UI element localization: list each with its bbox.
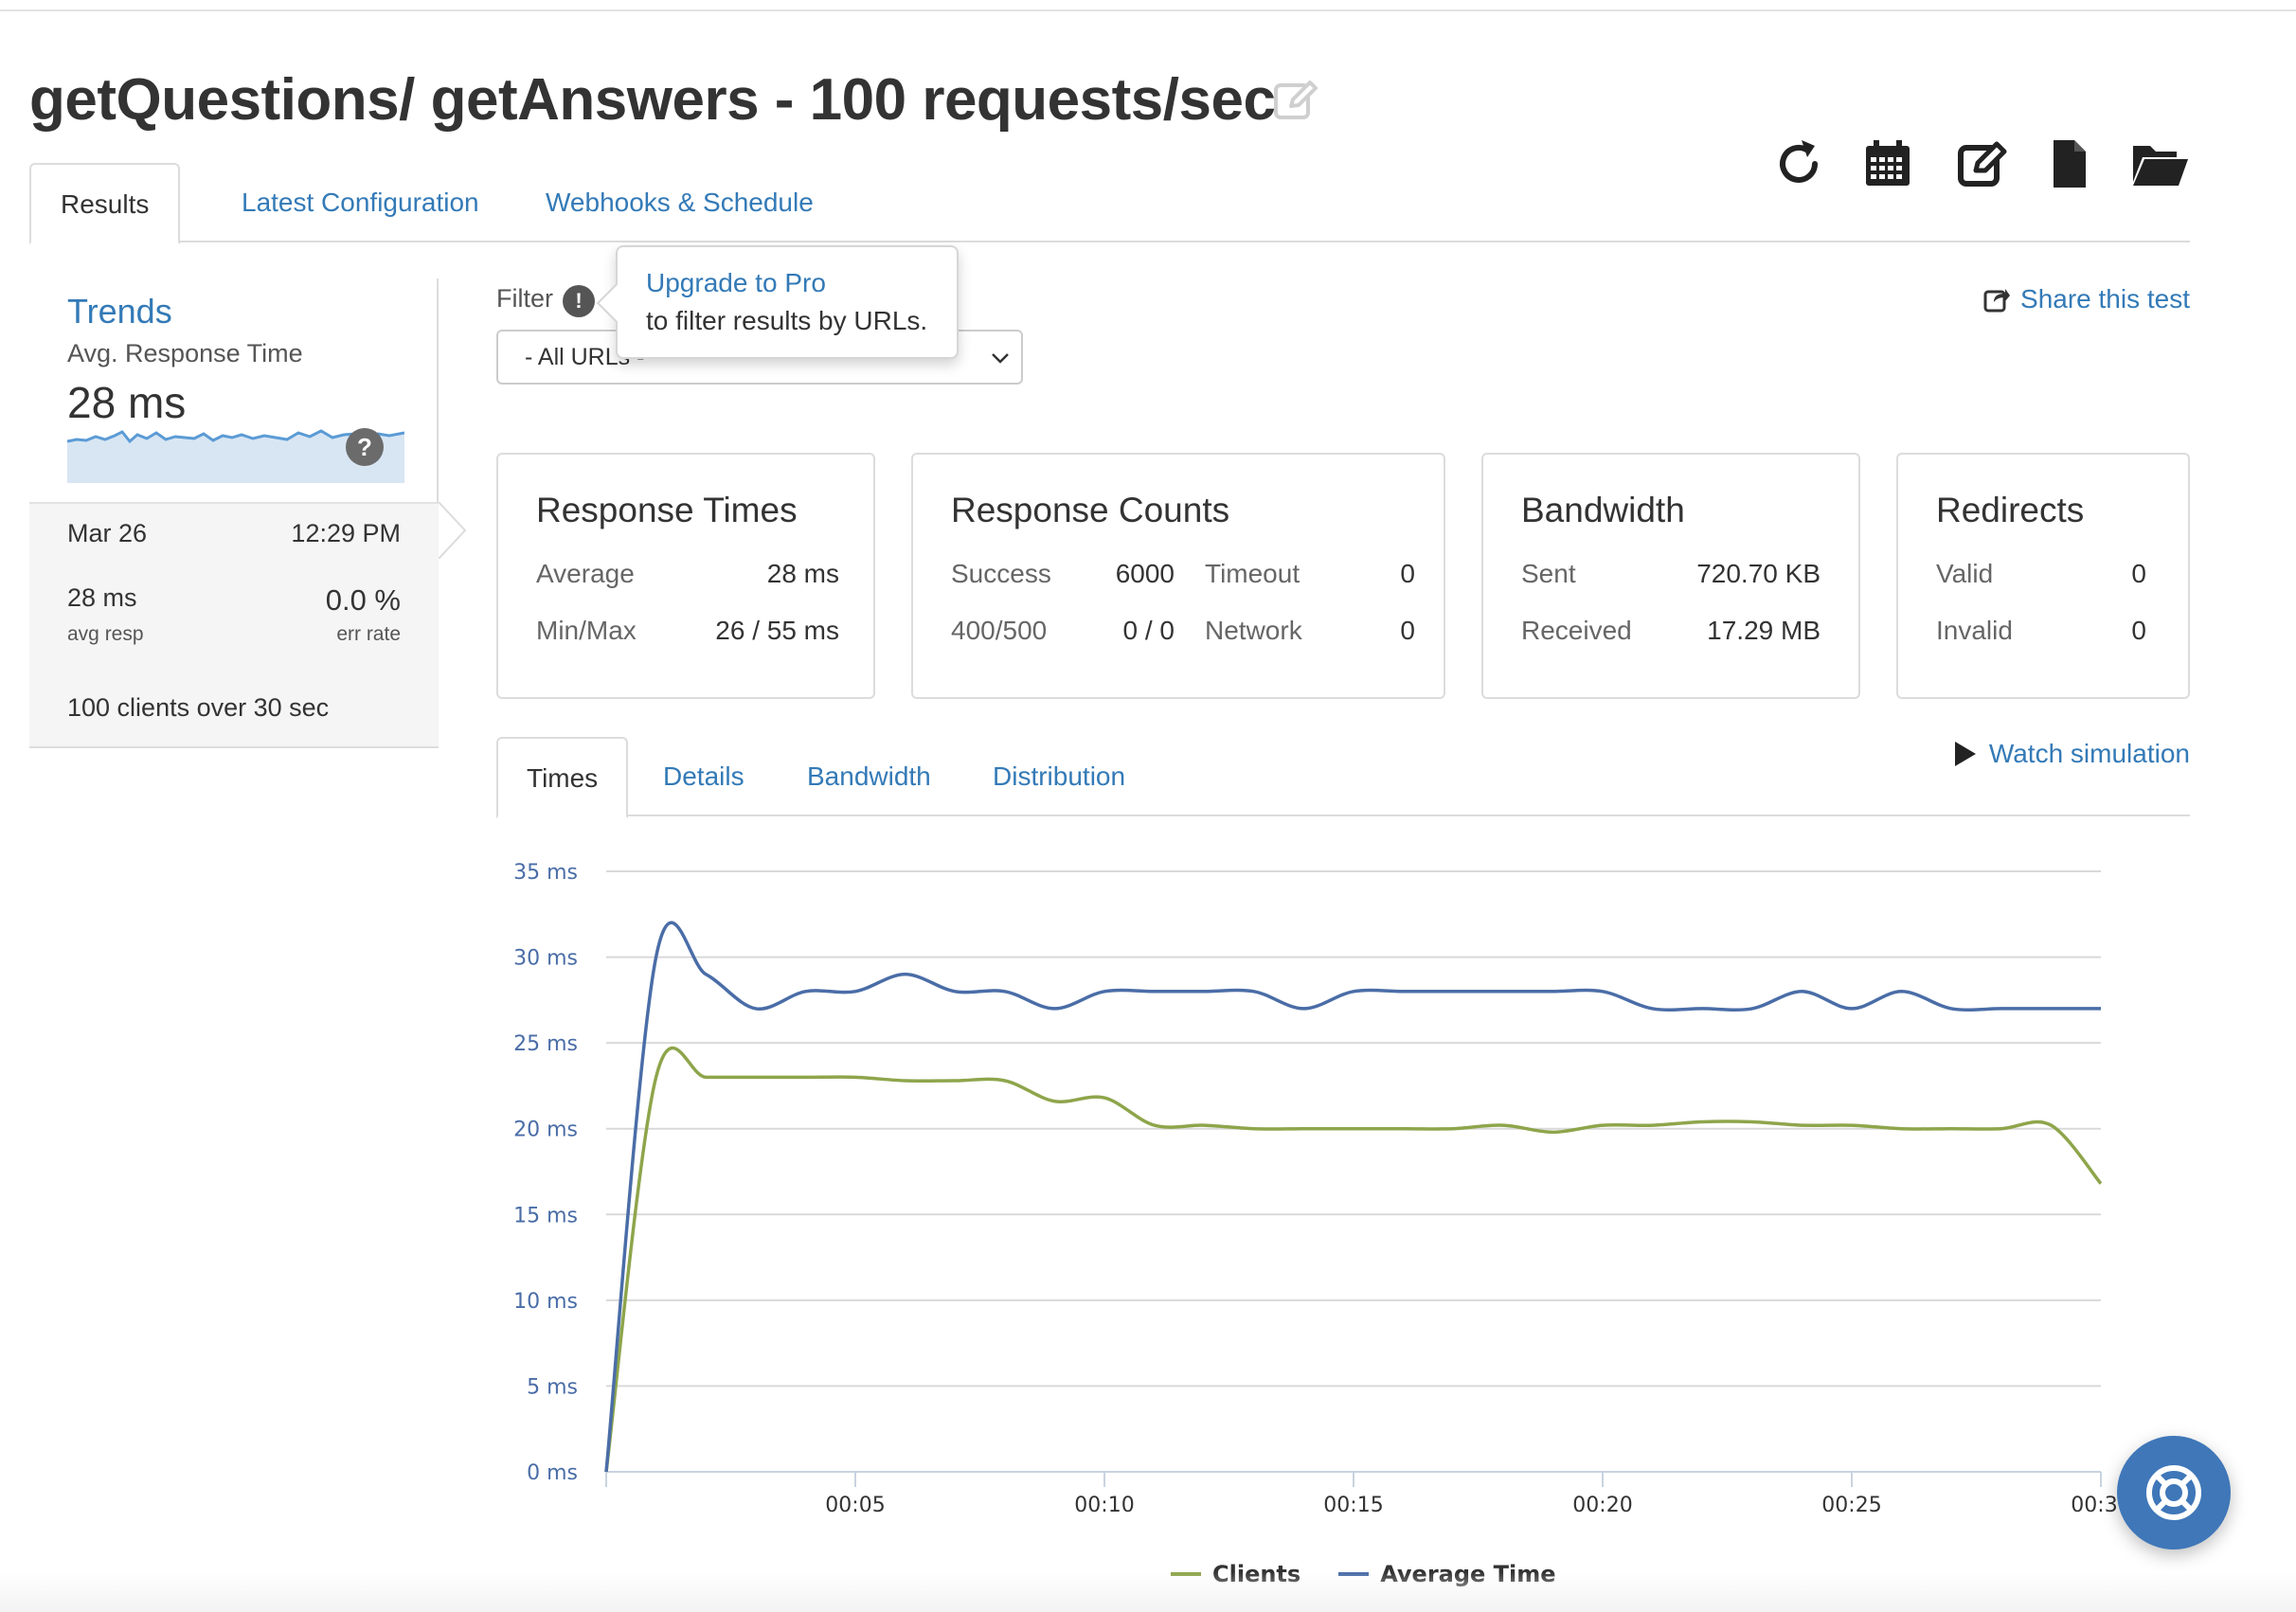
bandwidth-card: Bandwidth Sent 720.70 KB Received 17.29 … (1481, 453, 1860, 699)
bandwidth-title: Bandwidth (1521, 491, 1685, 529)
run-clients: 100 clients over 30 sec (67, 693, 330, 722)
x-tick-label: 00:25 (1821, 1494, 1881, 1517)
stat-label: Sent (1521, 559, 1576, 588)
tab-times[interactable]: Times (496, 737, 629, 818)
page-title: getQuestions/ getAnswers - 100 requests/… (29, 67, 1276, 133)
legend-swatch-clients (1171, 1572, 1201, 1576)
stat-label: Timeout (1205, 559, 1300, 588)
redirects-title: Redirects (1936, 491, 2085, 529)
times-chart: 0 ms5 ms10 ms15 ms20 ms25 ms30 ms35 ms25… (513, 861, 2126, 1517)
watch-simulation-label: Watch simulation (1988, 739, 2190, 768)
x-tick-label: 00:15 (1323, 1494, 1383, 1517)
y-left-tick-label: 10 ms (513, 1290, 578, 1314)
stat-label: Valid (1936, 559, 1994, 588)
response-counts-card: Response Counts Success 6000 Timeout 0 4… (911, 453, 1445, 699)
y-left-tick-label: 20 ms (513, 1119, 578, 1142)
y-left-tick-label: 25 ms (513, 1032, 578, 1056)
main-tabs: Results Latest Configuration Webhooks & … (29, 163, 2190, 244)
stat-value: 0 (1400, 559, 1415, 588)
x-tick-label: 00:05 (825, 1494, 885, 1517)
run-avg-resp-label: avg resp (67, 623, 144, 645)
stat-value: 720.70 KB (1696, 559, 1821, 588)
stat-value: 6000 (1115, 559, 1175, 588)
play-icon (1954, 742, 1976, 766)
stat-label: 400/500 (951, 616, 1048, 645)
stat-label: Received (1521, 616, 1632, 645)
upgrade-to-pro-link[interactable]: Upgrade to Pro (646, 268, 826, 298)
legend-label-clients: Clients (1212, 1561, 1301, 1587)
stat-label: Network (1205, 616, 1302, 645)
share-icon (1983, 289, 2011, 313)
chart-legend: Clients Average Time (1171, 1561, 1556, 1587)
y-left-tick-label: 5 ms (527, 1375, 578, 1399)
run-err-rate-label: err rate (336, 623, 401, 645)
run-time: 12:29 PM (291, 519, 401, 547)
stat-value: 17.29 MB (1707, 616, 1821, 645)
tab-distribution[interactable]: Distribution (964, 737, 1154, 816)
stat-label: Success (951, 559, 1051, 588)
trends-subtitle: Avg. Response Time (67, 339, 303, 367)
chart-tabs: Times Details Bandwidth Distribution (496, 737, 2190, 818)
run-date: Mar 26 (67, 519, 148, 547)
response-times-card: Response Times Average 28 ms Min/Max 26 … (496, 453, 875, 699)
stat-value: 0 (1400, 616, 1415, 645)
response-times-title: Response Times (536, 491, 798, 529)
trends-title[interactable]: Trends (67, 292, 172, 331)
stat-label: Invalid (1936, 616, 2013, 645)
lifebuoy-icon (2146, 1465, 2201, 1520)
run-avg-resp: 28 ms (67, 583, 137, 612)
stat-label: Average (536, 559, 635, 588)
y-left-tick-label: 30 ms (513, 947, 578, 971)
tooltip-arrow (596, 282, 637, 324)
stat-value: 0 / 0 (1122, 616, 1175, 645)
upgrade-tooltip: Upgrade to Pro to filter results by URLs… (596, 245, 959, 359)
redirects-card: Redirects Valid 0 Invalid 0 (1896, 453, 2190, 699)
y-left-tick-label: 15 ms (513, 1204, 578, 1227)
tab-webhooks-schedule[interactable]: Webhooks & Schedule (516, 163, 843, 242)
stat-label: Min/Max (536, 616, 637, 645)
top-divider (0, 9, 2296, 11)
tab-latest-configuration[interactable]: Latest Configuration (212, 163, 509, 242)
stat-value: 26 / 55 ms (715, 616, 839, 645)
stat-value: 28 ms (766, 559, 839, 588)
edit-title-icon[interactable] (1272, 76, 1321, 125)
selected-run-pointer (439, 502, 467, 559)
x-tick-label: 00:20 (1572, 1494, 1632, 1517)
chevron-down-icon (992, 353, 1009, 364)
share-test-link[interactable]: Share this test (1982, 284, 2190, 314)
tab-results[interactable]: Results (29, 163, 181, 244)
y-left-tick-label: 0 ms (527, 1461, 578, 1485)
legend-label-average-time: Average Time (1380, 1561, 1556, 1587)
y-left-tick-label: 35 ms (513, 861, 578, 885)
watch-simulation-link[interactable]: Watch simulation (1954, 739, 2190, 769)
trends-panel: Trends Avg. Response Time 28 ms ? Mar 26… (29, 278, 467, 748)
legend-item-clients[interactable]: Clients (1171, 1561, 1300, 1587)
trends-value: 28 ms (67, 378, 187, 427)
series-line-clients (604, 1046, 2103, 1473)
legend-item-average-time[interactable]: Average Time (1338, 1561, 1556, 1587)
filter-label: Filter (496, 284, 553, 313)
tab-details[interactable]: Details (635, 737, 773, 816)
x-tick-label: 00:10 (1074, 1494, 1134, 1517)
filter-info-icon[interactable]: ! (563, 285, 595, 317)
response-counts-title: Response Counts (951, 491, 1230, 529)
help-lifebuoy-button[interactable] (2117, 1436, 2231, 1549)
stat-value: 0 (2131, 559, 2146, 588)
stat-value: 0 (2131, 616, 2146, 645)
trends-help-icon[interactable]: ? (346, 428, 384, 466)
tab-bandwidth[interactable]: Bandwidth (779, 737, 960, 816)
tooltip-text: to filter results by URLs. (646, 306, 928, 335)
legend-swatch-average-time (1338, 1572, 1370, 1576)
run-err-rate: 0.0 % (325, 583, 401, 617)
share-label: Share this test (2020, 284, 2190, 313)
run-card[interactable]: Mar 26 12:29 PM 28 ms avg resp 0.0 % err… (29, 502, 439, 748)
series-line-average-time (604, 921, 2101, 1473)
